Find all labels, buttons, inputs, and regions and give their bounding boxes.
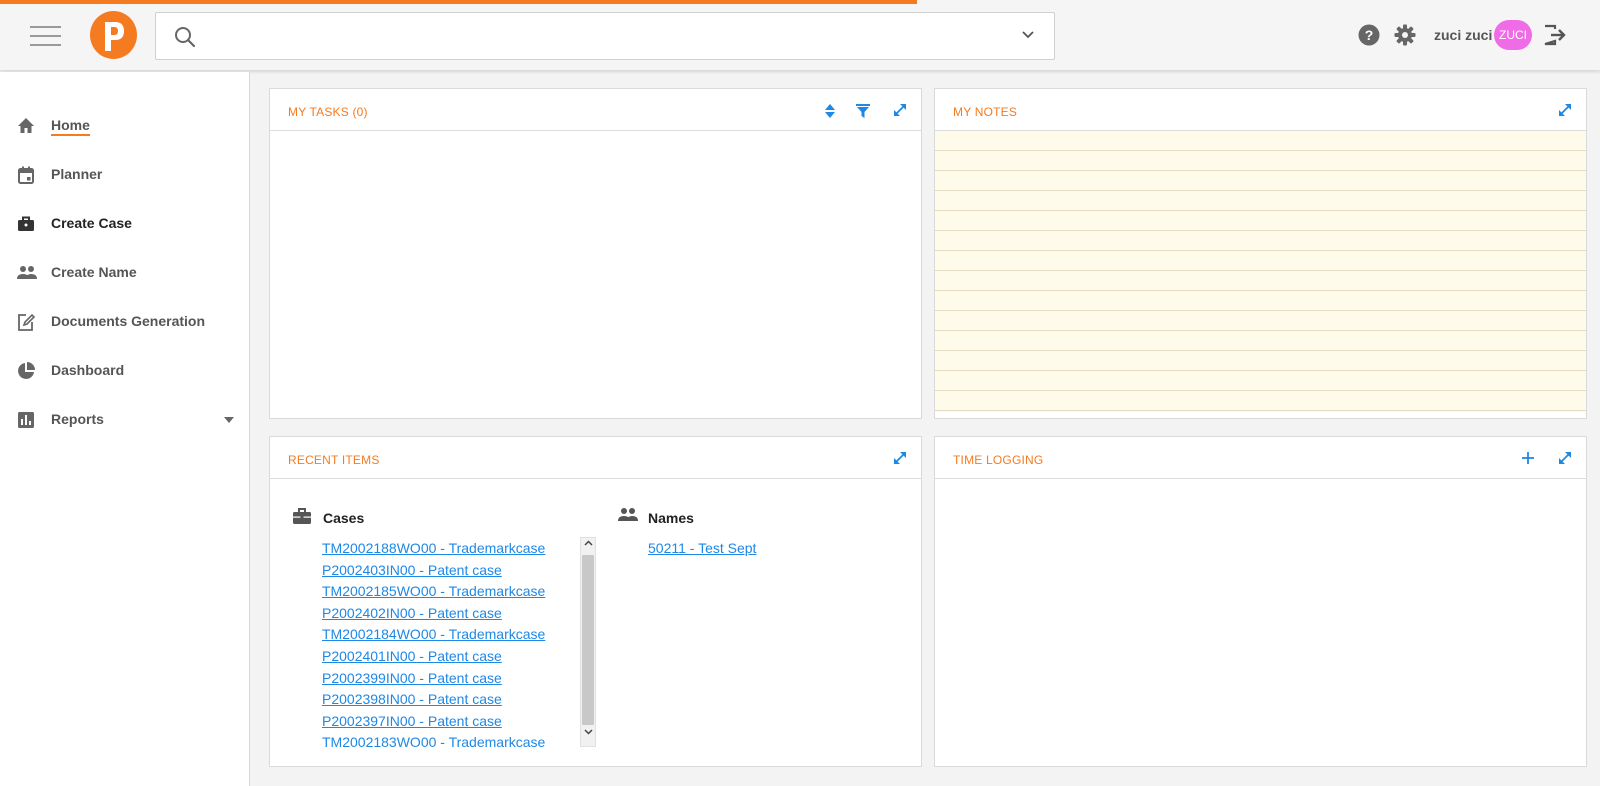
recent-case-link[interactable]: P2002398IN00 - Patent case: [322, 689, 572, 711]
filter-icon[interactable]: [856, 103, 870, 119]
recent-case-link[interactable]: P2002403IN00 - Patent case: [322, 560, 572, 582]
cases-scrollbar[interactable]: [580, 537, 596, 747]
sidebar-item-reports[interactable]: Reports: [0, 398, 249, 442]
sidebar-item-label: Create Name: [51, 264, 137, 280]
sidebar-item-home[interactable]: Home: [0, 104, 249, 148]
panel-title: RECENT ITEMS: [288, 453, 380, 467]
search-input[interactable]: [212, 21, 992, 51]
recent-cases-list: TM2002188WO00 - Trademarkcase P2002403IN…: [322, 538, 572, 748]
edit-document-icon: [18, 313, 36, 331]
my-notes-panel: MY NOTES: [934, 88, 1587, 419]
home-icon: [18, 118, 34, 133]
avatar[interactable]: ZUCI: [1494, 20, 1532, 50]
panel-header: MY NOTES: [935, 89, 1586, 131]
expand-icon[interactable]: [893, 103, 907, 117]
panel-title: TIME LOGGING: [953, 453, 1044, 467]
panel-header: RECENT ITEMS: [270, 437, 921, 479]
recent-case-link[interactable]: TM2002185WO00 - Trademarkcase: [322, 581, 572, 603]
notes-textarea[interactable]: [935, 131, 1586, 412]
my-tasks-panel: MY TASKS (0): [269, 88, 922, 419]
expand-icon[interactable]: [1558, 451, 1572, 465]
sidebar-item-dashboard[interactable]: Dashboard: [0, 349, 249, 393]
recent-case-link[interactable]: P2002402IN00 - Patent case: [322, 603, 572, 625]
sidebar-item-label: Dashboard: [51, 362, 125, 378]
scroll-down-icon[interactable]: [584, 729, 593, 735]
panel-title: MY TASKS (0): [288, 105, 368, 119]
help-icon[interactable]: ?: [1358, 24, 1380, 46]
time-logging-panel: TIME LOGGING: [934, 436, 1587, 767]
sidebar-item-label: Create Case: [51, 215, 132, 231]
recent-case-link[interactable]: TM2002188WO00 - Trademarkcase: [322, 538, 572, 560]
search-bar[interactable]: [155, 12, 1055, 60]
sidebar-item-label: Reports: [51, 411, 104, 427]
recent-case-link[interactable]: TM2002184WO00 - Trademarkcase: [322, 624, 572, 646]
top-bar: ? zuci zuci ZUCI: [0, 0, 1600, 71]
recent-case-link[interactable]: P2002399IN00 - Patent case: [322, 668, 572, 690]
add-icon[interactable]: [1521, 451, 1535, 465]
svg-text:?: ?: [1365, 27, 1374, 43]
people-icon: [618, 508, 638, 521]
recent-case-link[interactable]: P2002397IN00 - Patent case: [322, 711, 572, 733]
expand-icon[interactable]: [893, 451, 907, 465]
expand-icon[interactable]: [1558, 103, 1572, 117]
app-logo[interactable]: [90, 11, 137, 59]
sidebar: Home Planner Create Case Create Name Doc…: [0, 72, 250, 786]
username-label[interactable]: zuci zuci: [1434, 27, 1492, 43]
gear-icon[interactable]: [1394, 24, 1416, 46]
people-icon: [17, 266, 37, 279]
scroll-up-icon[interactable]: [584, 540, 593, 546]
sidebar-item-documents-generation[interactable]: Documents Generation: [0, 300, 249, 344]
loading-progress-bar: [0, 0, 917, 4]
bar-chart-icon: [18, 412, 34, 428]
search-icon: [175, 27, 196, 48]
hamburger-menu-icon[interactable]: [30, 26, 61, 46]
panel-title: MY NOTES: [953, 105, 1018, 119]
scrollbar-thumb[interactable]: [582, 555, 594, 725]
chevron-down-icon[interactable]: [1022, 31, 1034, 39]
logout-icon[interactable]: [1543, 24, 1567, 46]
calendar-icon: [18, 166, 34, 184]
sidebar-item-label: Documents Generation: [51, 313, 206, 329]
sidebar-item-planner[interactable]: Planner: [0, 153, 249, 197]
briefcase-icon: [18, 216, 34, 231]
sidebar-item-label: Planner: [51, 166, 103, 182]
sidebar-item-create-name[interactable]: Create Name: [0, 251, 249, 295]
caret-down-icon[interactable]: [224, 417, 234, 423]
recent-name-link[interactable]: 50211 - Test Sept: [648, 538, 756, 560]
briefcase-icon: [293, 508, 311, 524]
names-title: Names: [648, 510, 694, 526]
pie-chart-icon: [18, 362, 35, 379]
recent-case-link[interactable]: TM2002183WO00 - Trademarkcase: [322, 732, 572, 748]
sort-icon[interactable]: [824, 103, 836, 119]
panel-header: TIME LOGGING: [935, 437, 1586, 479]
recent-case-link[interactable]: P2002401IN00 - Patent case: [322, 646, 572, 668]
panel-header: MY TASKS (0): [270, 89, 921, 131]
cases-title: Cases: [323, 510, 365, 526]
sidebar-item-create-case[interactable]: Create Case: [0, 202, 249, 246]
sidebar-item-label: Home: [51, 117, 90, 136]
